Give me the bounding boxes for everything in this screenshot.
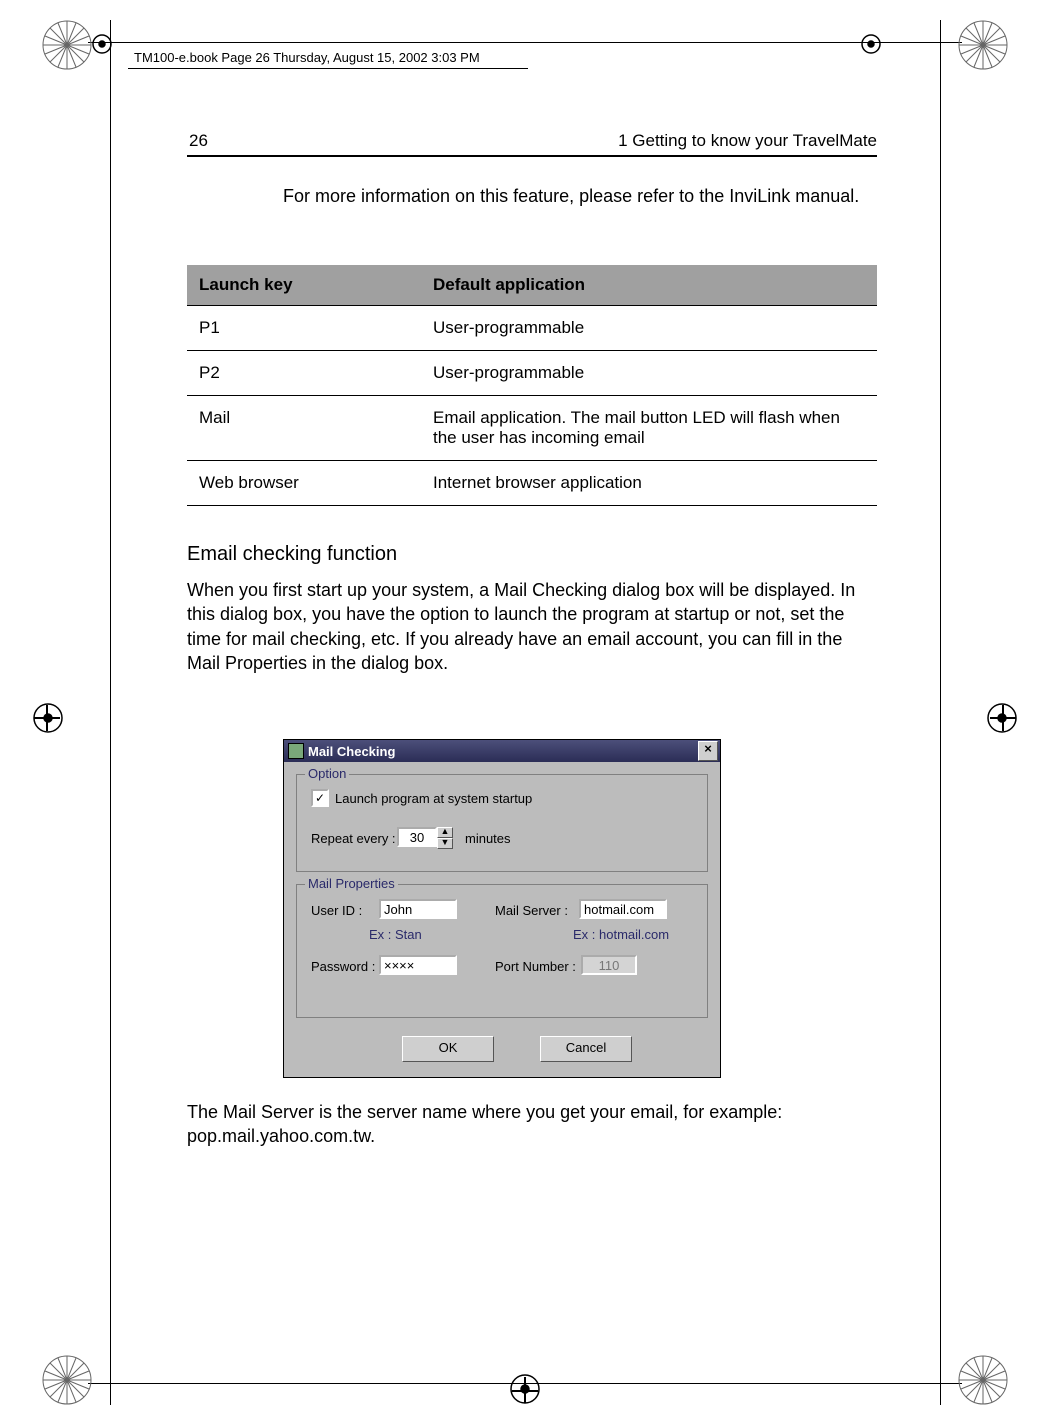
userid-input[interactable] bbox=[379, 899, 457, 919]
group-legend: Option bbox=[305, 766, 349, 781]
page-number: 26 bbox=[189, 131, 208, 151]
registration-wheel-icon bbox=[40, 1353, 94, 1407]
registration-mark-icon bbox=[857, 30, 885, 58]
table-header-cell: Default application bbox=[421, 265, 877, 306]
spinner-buttons[interactable]: ▲▼ bbox=[437, 827, 453, 849]
registration-mark-icon bbox=[88, 30, 116, 58]
dialog-titlebar: Mail Checking × bbox=[284, 740, 720, 762]
mailserver-input[interactable] bbox=[579, 899, 667, 919]
checkbox-label: Launch program at system startup bbox=[335, 791, 532, 806]
group-option: Option ✓ Launch program at system startu… bbox=[296, 774, 708, 872]
repeat-every-label: Repeat every : bbox=[311, 831, 396, 846]
mailserver-label: Mail Server : bbox=[495, 903, 568, 918]
table-header-row: Launch key Default application bbox=[187, 265, 877, 306]
cancel-button[interactable]: Cancel bbox=[540, 1036, 632, 1062]
table-header-cell: Launch key bbox=[187, 265, 421, 306]
crop-right-rule bbox=[940, 20, 941, 1405]
password-input[interactable] bbox=[379, 955, 457, 975]
registration-wheel-icon bbox=[40, 18, 94, 72]
repeat-unit-label: minutes bbox=[465, 831, 511, 846]
dialog-title: Mail Checking bbox=[308, 744, 698, 759]
crosshair-icon bbox=[524, 1377, 526, 1403]
userid-label: User ID : bbox=[311, 903, 362, 918]
closing-text: The Mail Server is the server name where… bbox=[187, 1100, 877, 1149]
repeat-spinner[interactable]: ▲▼ bbox=[397, 827, 453, 849]
group-legend: Mail Properties bbox=[305, 876, 398, 891]
userid-example: Ex : Stan bbox=[369, 927, 422, 942]
spinner-down-icon[interactable]: ▼ bbox=[437, 838, 453, 849]
table-row: P2User-programmable bbox=[187, 351, 877, 396]
crosshair-icon bbox=[46, 705, 48, 731]
running-header-rule bbox=[128, 68, 528, 69]
group-mail-properties: Mail Properties User ID : Ex : Stan Mail… bbox=[296, 884, 708, 1018]
crosshair-icon bbox=[1002, 705, 1004, 731]
port-input[interactable] bbox=[581, 955, 637, 975]
running-header: TM100-e.book Page 26 Thursday, August 15… bbox=[134, 50, 774, 65]
checkbox-mark: ✓ bbox=[311, 789, 329, 807]
section-heading: Email checking function bbox=[187, 543, 397, 566]
table-row: MailEmail application. The mail button L… bbox=[187, 396, 877, 461]
registration-wheel-icon bbox=[956, 18, 1010, 72]
table-row: P1User-programmable bbox=[187, 306, 877, 351]
close-button[interactable]: × bbox=[698, 741, 718, 761]
repeat-value-input[interactable] bbox=[397, 827, 437, 847]
crop-top-rule bbox=[88, 42, 962, 43]
mailserver-example: Ex : hotmail.com bbox=[573, 927, 669, 942]
password-label: Password : bbox=[311, 959, 375, 974]
chapter-title: 1 Getting to know your TravelMate bbox=[550, 131, 877, 151]
header-rule bbox=[187, 155, 877, 157]
table-row: Web browserInternet browser application bbox=[187, 461, 877, 506]
mail-checking-dialog: Mail Checking × Option ✓ Launch program … bbox=[283, 739, 721, 1078]
section-body: When you first start up your system, a M… bbox=[187, 578, 877, 675]
app-icon bbox=[288, 743, 304, 759]
intro-text: For more information on this feature, pl… bbox=[283, 184, 873, 208]
registration-wheel-icon bbox=[956, 1353, 1010, 1407]
ok-button[interactable]: OK bbox=[402, 1036, 494, 1062]
launch-key-table: Launch key Default application P1User-pr… bbox=[187, 265, 877, 506]
crop-left-rule bbox=[110, 20, 111, 1405]
launch-at-startup-checkbox[interactable]: ✓ Launch program at system startup bbox=[311, 789, 532, 807]
port-label: Port Number : bbox=[495, 959, 576, 974]
